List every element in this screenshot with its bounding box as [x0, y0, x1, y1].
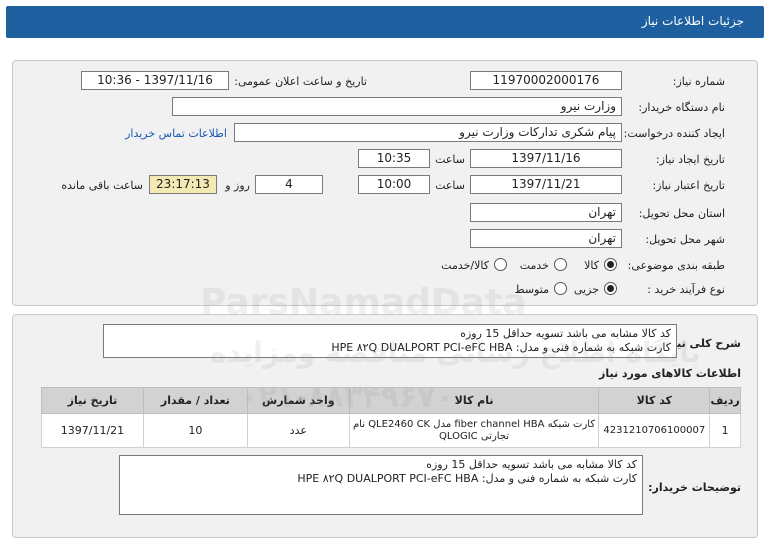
col-row-number: ردیف — [709, 387, 741, 414]
category-option-goods: کالا — [584, 259, 599, 272]
items-table: ردیف کد کالا نام کالا واحد شمارش تعداد /… — [41, 387, 741, 448]
remaining-time-field: 23:17:13 — [149, 175, 217, 194]
cell-unit: عدد — [246, 413, 350, 448]
province-label: استان محل تحویل: — [638, 207, 725, 220]
requester-label: ایجاد کننده درخواست: — [623, 127, 725, 140]
need-details-panel: شماره نیاز: 1197000200017­6 تاریخ و ساعت… — [12, 60, 758, 306]
col-quantity: تعداد / مقدار — [142, 387, 248, 414]
process-option-medium: متوسط — [514, 283, 549, 296]
category-label: طبقه بندی موضوعی: — [627, 259, 725, 272]
summary-box: کد کالا مشابه می باشد تسویه حداقل 15 روز… — [103, 324, 677, 358]
created-time-field: 10:35 — [358, 149, 430, 168]
city-label: شهر محل تحویل: — [645, 233, 725, 246]
cell-item-name: کارت شبکه fiber channel HBA مدل QLE2460 … — [348, 413, 600, 448]
buyer-notes-label: توضیحات خریدار: — [648, 481, 741, 494]
validity-time-label: ساعت — [435, 179, 465, 192]
items-table-header: ردیف کد کالا نام کالا واحد شمارش تعداد /… — [41, 387, 741, 414]
buyer-org-field: وزارت نیرو — [172, 97, 622, 116]
col-item-name: نام کالا — [348, 387, 600, 414]
buyer-contact-link[interactable]: اطلاعات تماس خریدار — [125, 127, 227, 140]
city-field: تهران — [470, 229, 622, 248]
need-number-field: 1197000200017­6 — [470, 71, 622, 90]
remaining-time-label: ساعت باقی مانده — [61, 179, 143, 192]
cell-item-code: 4231210706100007 — [598, 413, 711, 448]
cell-need-date: 1397/11/21 — [41, 413, 144, 448]
buyer-notes-box: کد کالا مشابه می باشد تسویه حداقل 15 روز… — [119, 455, 643, 515]
created-date-field: 1397/11/16 — [470, 149, 622, 168]
remaining-days-field: 4 — [255, 175, 323, 194]
validity-date-label: تاریخ اعتبار نیاز: — [652, 179, 725, 192]
cell-row-number: 1 — [709, 413, 741, 448]
col-item-code: کد کالا — [598, 387, 711, 414]
need-number-label: شماره نیاز: — [672, 75, 725, 88]
window-title: جزئیات اطلاعات نیاز — [641, 14, 744, 28]
remaining-days-label: روز و — [225, 179, 250, 192]
announce-datetime-field: 1397/11/16 - 10:36 — [81, 71, 229, 90]
category-radio-goods-service[interactable] — [494, 258, 507, 271]
buyer-notes-line-2: کارت شبکه به شماره فنی و مدل: HPE ۸۲Q DU… — [297, 472, 637, 485]
category-option-service: خدمت — [519, 259, 549, 272]
cell-quantity: 10 — [142, 413, 248, 448]
table-row: 1 4231210706100007 کارت شبکه fiber chann… — [41, 413, 741, 448]
province-field: تهران — [470, 203, 622, 222]
process-type-label: نوع فرآیند خرید : — [647, 283, 725, 296]
validity-time-field: 10:00 — [358, 175, 430, 194]
col-need-date: تاریخ نیاز — [41, 387, 144, 414]
category-option-goods-service: کالا/خدمت — [441, 259, 489, 272]
process-option-minor: جزیی — [573, 283, 599, 296]
items-panel: شرح کلی نیاز: کد کالا مشابه می باشد تسوی… — [12, 314, 758, 538]
items-section-title: اطلاعات کالاهای مورد نیاز — [599, 367, 741, 380]
col-unit: واحد شمارش — [246, 387, 350, 414]
process-radio-medium[interactable] — [554, 282, 567, 295]
category-radio-goods[interactable] — [604, 258, 617, 271]
summary-line-1: کد کالا مشابه می باشد تسویه حداقل 15 روز… — [460, 327, 671, 340]
buyer-notes-line-1: کد کالا مشابه می باشد تسویه حداقل 15 روز… — [426, 458, 637, 471]
requester-field: پیام شکری تدارکات وزارت نیرو — [234, 123, 622, 142]
created-date-label: تاریخ ایجاد نیاز: — [655, 153, 725, 166]
buyer-org-label: نام دستگاه خریدار: — [638, 101, 725, 114]
category-radio-service[interactable] — [554, 258, 567, 271]
process-radio-minor[interactable] — [604, 282, 617, 295]
summary-line-2: کارت شبکه به شماره فنی و مدل: HPE ۸۲Q DU… — [331, 341, 671, 354]
window-titlebar: جزئیات اطلاعات نیاز — [6, 6, 764, 38]
created-time-label: ساعت — [435, 153, 465, 166]
announce-datetime-label: تاریخ و ساعت اعلان عمومی: — [234, 75, 367, 88]
validity-date-field: 1397/11/21 — [470, 175, 622, 194]
